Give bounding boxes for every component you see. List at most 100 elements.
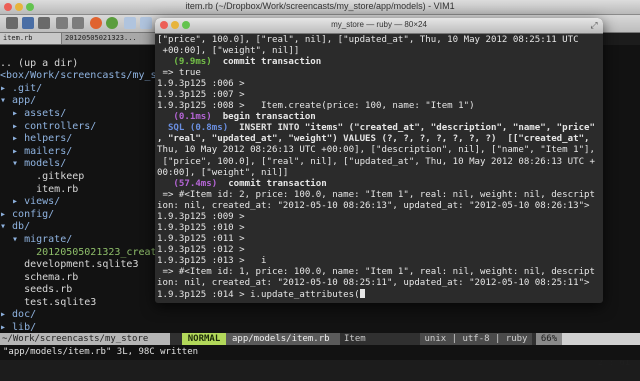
terminal-line: , "real", "updated_at", "weight") VALUES… — [157, 134, 602, 145]
nerdtree-item[interactable]: ▾ app/ — [0, 95, 170, 108]
nerdtree-item[interactable]: item.rb — [0, 184, 170, 197]
statusline-class: Item — [344, 334, 366, 344]
terminal-text: commit transaction — [228, 178, 327, 189]
terminal-text: => true — [157, 68, 201, 79]
terminal-line: 1.9.3p125 :010 > — [157, 223, 602, 234]
terminal-text: ion: nil, created_at: "2012-05-10 08:26:… — [157, 200, 590, 211]
terminal-line: 1.9.3p125 :013 > i — [157, 256, 602, 267]
save-all-icon[interactable] — [38, 17, 50, 29]
nerdtree-item[interactable]: ▸ config/ — [0, 209, 170, 222]
terminal-text: , "real", "updated_at", "weight") VALUES… — [157, 134, 590, 145]
statusline-file: app/models/item.rb — [226, 333, 340, 345]
terminal-text: 1.9.3p125 :014 > i.update_attributes( — [157, 290, 360, 301]
terminal-text: 1.9.3p125 :007 > — [157, 90, 245, 101]
nerdtree-item[interactable]: development.sqlite3 — [0, 259, 170, 272]
nerdtree-item[interactable]: ▾ models/ — [0, 158, 170, 171]
terminal-line: 1.9.3p125 :007 > — [157, 90, 602, 101]
terminal-text: (57.4ms) — [157, 178, 229, 189]
terminal-cursor — [359, 289, 365, 299]
terminal-text: 1.9.3p125 :012 > — [157, 244, 245, 255]
nerdtree-path: ~/Work/screencasts/my_store — [0, 333, 170, 345]
terminal-fullscreen-icon[interactable]: ⤢ — [589, 20, 599, 30]
terminal-text: ["price", 100.0], ["real", nil], ["updat… — [157, 156, 595, 167]
terminal-titlebar: my_store — ruby — 80×24 ⤢ — [155, 18, 603, 34]
vim-titlebar: item.rb (~/Dropbox/Work/screencasts/my_s… — [0, 0, 640, 15]
terminal-text: 1.9.3p125 :010 > — [157, 222, 245, 233]
undo-icon[interactable] — [56, 17, 68, 29]
terminal-line: => true — [157, 68, 602, 79]
terminal-text: 1.9.3p125 :013 > i — [157, 255, 267, 266]
terminal-text: 00:00], ["weight", nil]] — [157, 167, 289, 178]
nerdtree-item[interactable]: ▸ mailers/ — [0, 146, 170, 159]
terminal-text: 1.9.3p125 :011 > — [157, 233, 245, 244]
terminal-line: Thu, 10 May 2012 08:26:13 UTC +00:00], [… — [157, 145, 602, 156]
copy-icon[interactable] — [140, 17, 152, 29]
terminal-text: Thu, 10 May 2012 08:26:13 UTC +00:00], [… — [157, 145, 595, 156]
nerdtree-item[interactable]: ▸ helpers/ — [0, 133, 170, 146]
terminal-line: ["price", 100.0], ["real", nil], ["updat… — [157, 157, 602, 168]
nerdtree-item[interactable]: .gitkeep — [0, 171, 170, 184]
vim-window-title: item.rb (~/Dropbox/Work/screencasts/my_s… — [185, 1, 455, 11]
terminal-line: 1.9.3p125 :012 > — [157, 245, 602, 256]
vim-command-line[interactable]: "app/models/item.rb" 3L, 98C written — [0, 345, 640, 360]
terminal-title: my_store — ruby — 80×24 — [331, 20, 427, 29]
terminal-text: 1.9.3p125 :008 > Item.create(price: 100,… — [157, 101, 475, 112]
open-file-icon[interactable] — [6, 17, 18, 29]
vim-tab-bar: item.rb 20120505021323... — [0, 33, 170, 45]
terminal-line: +00:00], ["weight", nil]] — [157, 46, 602, 57]
terminal-output[interactable]: ["price", 100.0], ["real", nil], ["updat… — [157, 35, 602, 301]
nerdtree-item[interactable]: ▸ .git/ — [0, 83, 170, 96]
terminal-text: 1.9.3p125 :009 > — [157, 211, 245, 222]
vim-statusline: ~/Work/screencasts/my_store NORMAL app/m… — [0, 333, 640, 368]
statusline-percent: 66% — [536, 333, 562, 345]
nerdtree-item[interactable]: ▸ lib/ — [0, 322, 170, 333]
terminal-line: 00:00], ["weight", nil]] — [157, 168, 602, 179]
tab-migration[interactable]: 20120505021323... — [62, 33, 170, 44]
nerdtree-item[interactable]: ▸ doc/ — [0, 309, 170, 322]
terminal-line: ["price", 100.0], ["real", nil], ["updat… — [157, 35, 602, 46]
nerdtree-item[interactable]: ▾ migrate/ — [0, 234, 170, 247]
terminal-line: (9.9ms) commit transaction — [157, 57, 602, 68]
nerdtree-item[interactable]: <box/Work/screencasts/my_sto — [0, 70, 170, 83]
nerdtree-item[interactable]: schema.rb — [0, 272, 170, 285]
terminal-window[interactable]: my_store — ruby — 80×24 ⤢ ["price", 100.… — [155, 18, 603, 303]
terminal-text: SQL (0.8ms) — [157, 123, 240, 134]
run-icon[interactable] — [106, 17, 118, 29]
terminal-line: 1.9.3p125 :006 > — [157, 79, 602, 90]
terminal-text: => #<Item id: 2, price: 100.0, name: "It… — [157, 189, 595, 200]
nerdtree-item[interactable]: ▸ views/ — [0, 196, 170, 209]
terminal-text: => #<Item id: 1, price: 100.0, name: "It… — [157, 266, 595, 277]
nerdtree-item[interactable]: ▸ assets/ — [0, 108, 170, 121]
terminal-text: ion: nil, created_at: "2012-05-10 08:25:… — [157, 278, 590, 289]
nerdtree-item[interactable]: seeds.rb — [0, 284, 170, 297]
terminal-text: commit transaction — [222, 57, 322, 68]
terminal-line: (57.4ms) commit transaction — [157, 179, 602, 190]
mode-indicator: NORMAL — [182, 333, 226, 345]
nerdtree-sidebar: .. (up a dir) <box/Work/screencasts/my_st… — [0, 45, 170, 333]
terminal-line: 1.9.3p125 :011 > — [157, 234, 602, 245]
nerdtree-item[interactable]: .. (up a dir) — [0, 58, 170, 71]
save-icon[interactable] — [22, 17, 34, 29]
terminal-line: ion: nil, created_at: "2012-05-10 08:25:… — [157, 278, 602, 289]
terminal-line: 1.9.3p125 :008 > Item.create(price: 100,… — [157, 101, 602, 112]
stop-icon[interactable] — [90, 17, 102, 29]
nerdtree-item[interactable]: 20120505021323_create — [0, 247, 170, 260]
terminal-line: => #<Item id: 1, price: 100.0, name: "It… — [157, 267, 602, 278]
terminal-text: +00:00], ["weight", nil]] — [157, 46, 300, 57]
redo-icon[interactable] — [72, 17, 84, 29]
terminal-line: => #<Item id: 2, price: 100.0, name: "It… — [157, 190, 602, 201]
tab-item-rb[interactable]: item.rb — [0, 33, 62, 44]
terminal-text: begin transaction — [222, 112, 316, 123]
terminal-text: 1.9.3p125 :006 > — [157, 79, 245, 90]
nerdtree-item[interactable] — [0, 45, 170, 58]
nerdtree-item[interactable]: ▾ db/ — [0, 221, 170, 234]
terminal-text: ["price", 100.0], ["real", nil], ["updat… — [157, 35, 579, 45]
terminal-line: SQL (0.8ms) INSERT INTO "items" ("create… — [157, 123, 602, 134]
terminal-line: 1.9.3p125 :009 > — [157, 212, 602, 223]
terminal-text: (9.9ms) — [157, 57, 223, 68]
cut-icon[interactable] — [124, 17, 136, 29]
nerdtree-item[interactable]: test.sqlite3 — [0, 297, 170, 310]
nerdtree-item[interactable]: ▸ controllers/ — [0, 121, 170, 134]
terminal-line: ion: nil, created_at: "2012-05-10 08:26:… — [157, 201, 602, 212]
terminal-line: 1.9.3p125 :014 > i.update_attributes( — [157, 289, 602, 300]
